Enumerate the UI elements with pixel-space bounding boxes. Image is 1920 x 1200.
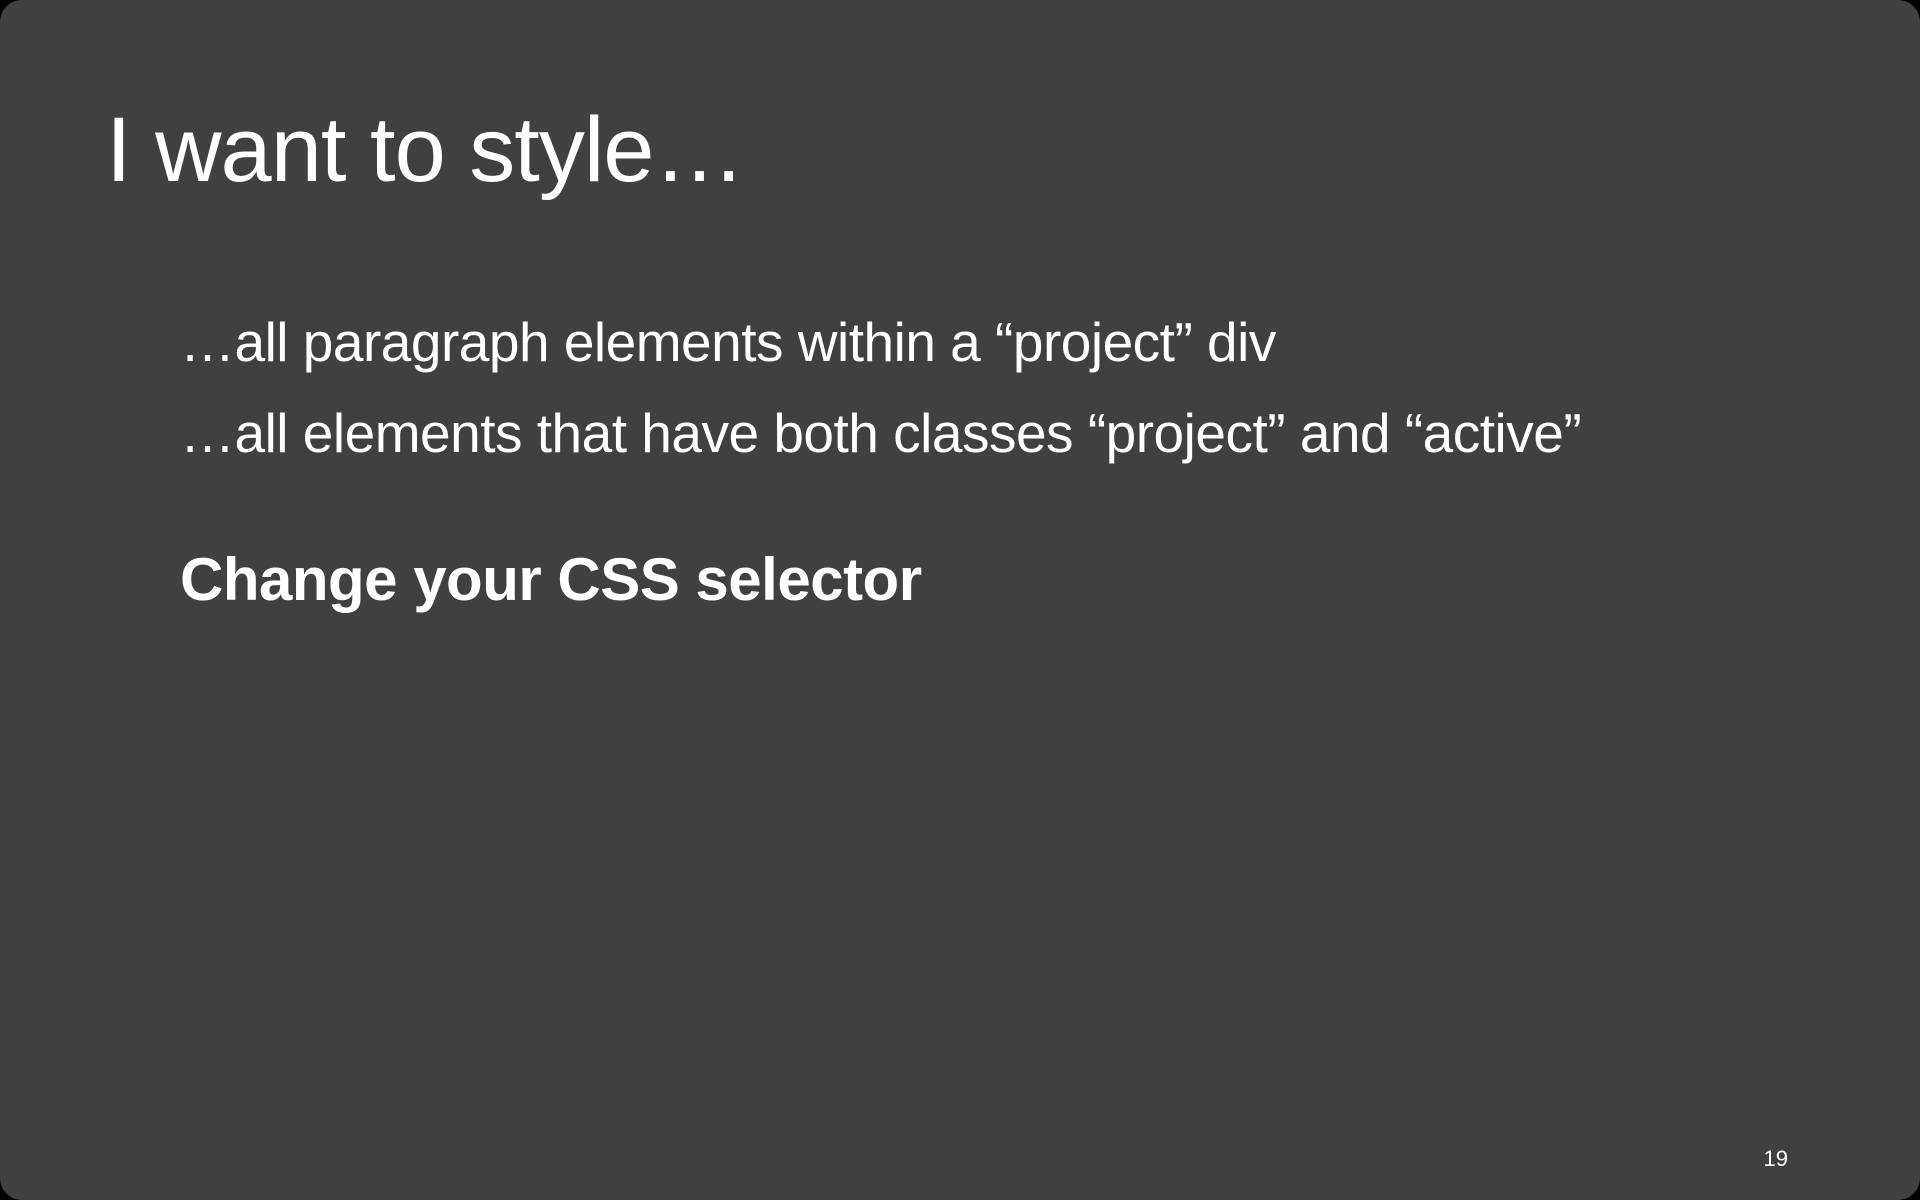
slide-title: I want to style… — [106, 99, 745, 201]
bullet-list: …all paragraph elements within a “projec… — [180, 297, 1880, 479]
emphasis-text: Change your CSS selector — [180, 546, 922, 613]
bullet-item: …all paragraph elements within a “projec… — [180, 311, 1276, 373]
bullet-item: …all elements that have both classes “pr… — [180, 402, 1582, 464]
page-number: 19 — [1763, 1146, 1788, 1171]
slide: I want to style… …all paragraph elements… — [0, 0, 1920, 1200]
